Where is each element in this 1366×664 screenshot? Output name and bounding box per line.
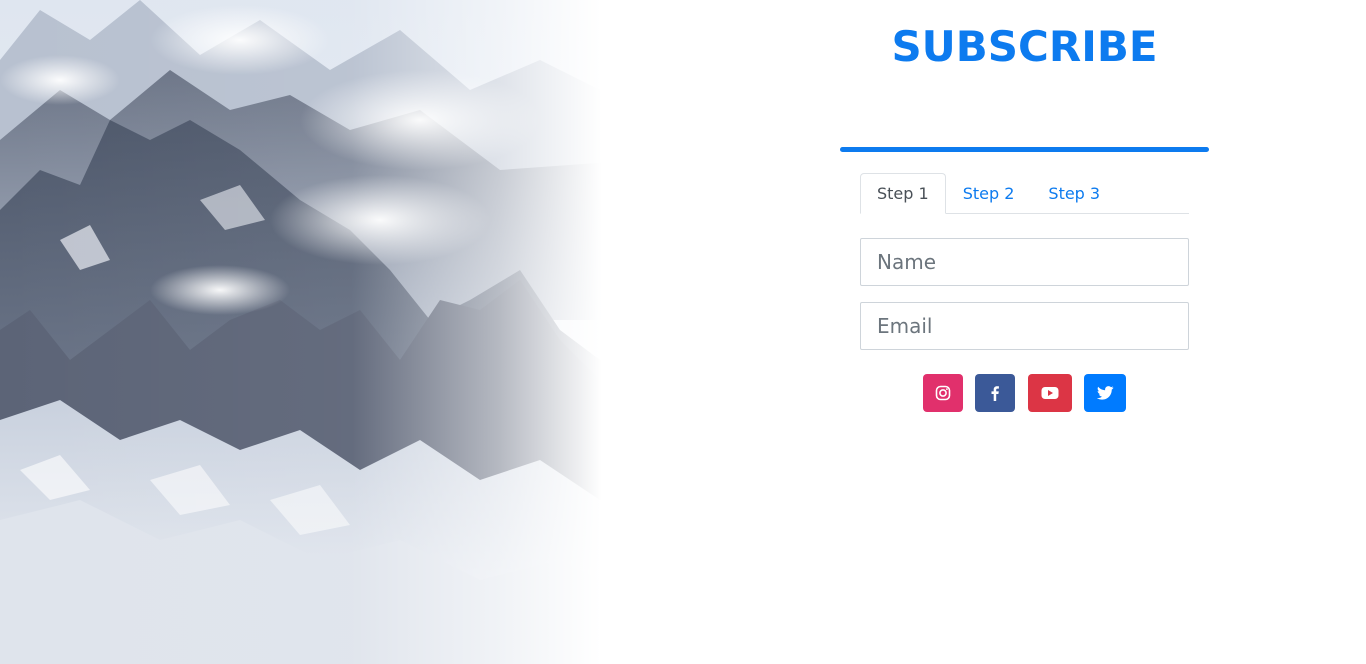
page-title: SUBSCRIBE — [891, 22, 1158, 71]
tab-step-3[interactable]: Step 3 — [1031, 173, 1117, 213]
instagram-icon — [935, 385, 951, 401]
step-tabs: Step 1 Step 2 Step 3 — [860, 172, 1189, 214]
tab-step-2[interactable]: Step 2 — [946, 173, 1032, 213]
name-input[interactable] — [860, 238, 1189, 286]
tab-step-1[interactable]: Step 1 — [860, 173, 946, 214]
twitter-button[interactable] — [1084, 374, 1126, 412]
youtube-icon — [1041, 386, 1059, 400]
progress-bar — [840, 147, 1209, 152]
instagram-button[interactable] — [923, 374, 963, 412]
subscribe-page: SUBSCRIBE Step 1 Step 2 Step 3 — [0, 0, 1366, 664]
email-input[interactable] — [860, 302, 1189, 350]
mountain-background-image — [0, 0, 640, 664]
facebook-button[interactable] — [975, 374, 1015, 412]
twitter-icon — [1096, 386, 1114, 400]
youtube-button[interactable] — [1028, 374, 1072, 412]
facebook-icon — [987, 385, 1003, 401]
